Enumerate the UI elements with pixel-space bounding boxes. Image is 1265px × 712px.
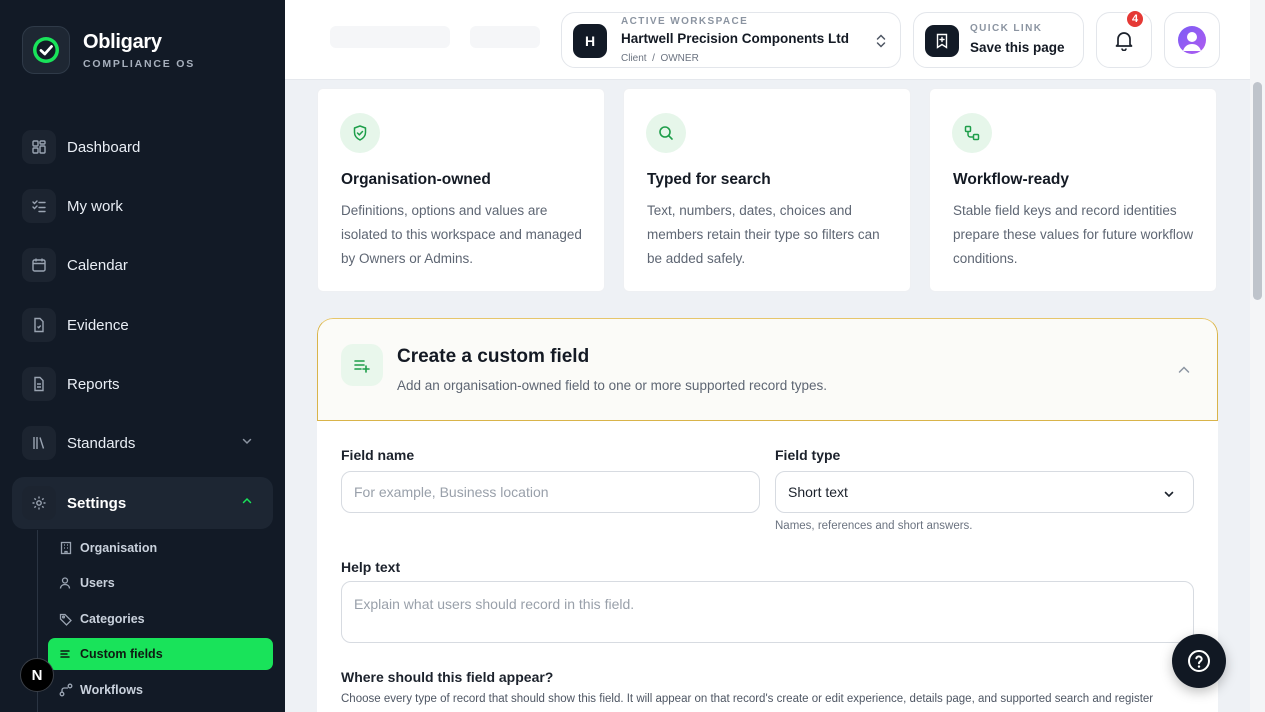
field-type-value: Short text [788,484,848,500]
nav-label: Evidence [67,316,129,334]
gear-icon [22,486,56,520]
brand-tagline: COMPLIANCE OS [83,57,196,70]
nav-label: My work [67,197,123,215]
sub-item-label: Custom fields [80,647,163,661]
quick-link-kicker: QUICK LINK [970,23,1043,34]
nav-item-evidence[interactable]: Evidence [12,299,273,351]
feature-card-organisation-owned: Organisation-owned Definitions, options … [317,88,605,292]
ghost-title [330,20,550,62]
field-type-select[interactable]: Short text [775,471,1194,513]
panel-title: Create a custom field [397,346,590,367]
list-icon [60,650,70,658]
panel-header[interactable]: Create a custom field Add an organisatio… [317,318,1218,421]
feature-body: Definitions, options and values are isol… [341,203,582,266]
workspace-avatar: H [573,24,607,58]
field-name-input[interactable]: For example, Business location [341,471,760,513]
chevron-updown-icon [876,34,886,48]
nav-label: Settings [67,494,127,512]
quick-link-label: Save this page [970,40,1065,55]
sub-item-label: Categories [80,612,145,626]
sub-item-users[interactable]: Users [48,567,273,599]
nav-label: Calendar [67,256,128,274]
bell-icon [1115,32,1133,51]
workflow-icon [952,113,992,153]
chevron-down-icon [1164,491,1174,498]
sub-item-workflows[interactable]: Workflows [48,674,273,706]
help-text-input[interactable]: Explain what users should record in this… [341,581,1194,643]
report-icon [22,367,56,401]
list-add-icon [341,344,383,386]
topbar: H ACTIVE WORKSPACE Hartwell Precision Co… [285,0,1250,80]
faded-title-shape [330,26,540,48]
sidebar: Obligary COMPLIANCE OS Dashboard My work… [0,0,285,712]
nav-item-reports[interactable]: Reports [12,358,273,410]
nav-item-standards[interactable]: Standards [12,417,273,469]
notification-count-badge: 4 [1125,9,1145,29]
feature-body: Text, numbers, dates, choices and member… [647,203,880,266]
scrollbar-thumb[interactable] [1253,82,1262,300]
shield-check-icon [340,113,380,153]
quick-link-save-page[interactable]: QUICK LINK Save this page [913,12,1084,68]
feature-card-typed-for-search: Typed for search Text, numbers, dates, c… [623,88,911,292]
workspace-switcher[interactable]: H ACTIVE WORKSPACE Hartwell Precision Co… [561,12,901,68]
nav-label: Dashboard [67,138,141,156]
checklist-icon [22,189,56,223]
help-text-label: Help text [341,559,401,575]
user-icon [59,577,71,589]
create-custom-field-panel: Create a custom field Add an organisatio… [317,318,1218,712]
avatar [1178,26,1206,54]
library-icon [22,426,56,460]
field-type-label: Field type [775,447,841,463]
notifications-button[interactable]: 4 [1096,9,1152,68]
sub-item-organisation[interactable]: Organisation [48,532,273,564]
feature-title: Typed for search [647,171,771,188]
sub-item-label: Workflows [80,683,143,697]
workspace-kicker: ACTIVE WORKSPACE [621,16,749,27]
nav-item-dashboard[interactable]: Dashboard [12,121,273,173]
sub-item-label: Users [80,576,115,590]
appear-label: Where should this field appear? [341,669,554,685]
tag-icon [59,613,72,626]
nav-label: Reports [67,375,120,393]
nav-item-calendar[interactable]: Calendar [12,239,273,291]
feature-body: Stable field keys and record identities … [953,203,1194,266]
field-type-hint: Names, references and short answers. [775,520,973,532]
workspace-meta: Client / OWNER [621,53,699,64]
sub-item-label: Organisation [80,541,158,555]
nav-label: Standards [67,434,136,452]
grid-icon [22,130,56,164]
building-icon [60,541,72,555]
bookmark-plus-icon [925,25,959,57]
nav-item-my-work[interactable]: My work [12,180,273,232]
help-button[interactable] [1172,634,1226,688]
calendar-icon [22,248,56,282]
workflow-icon [59,683,73,697]
field-name-label: Field name [341,447,415,463]
document-icon [22,308,56,342]
user-avatar-icon [1183,32,1201,51]
brand-name: Obligary [83,30,162,53]
help-circle-icon [1188,650,1210,672]
feature-card-workflow-ready: Workflow-ready Stable field keys and rec… [929,88,1217,292]
brand[interactable]: Obligary COMPLIANCE OS [22,26,195,74]
sub-item-custom-fields[interactable]: Custom fields [48,638,273,670]
panel-subtitle: Add an organisation-owned field to one o… [397,378,828,393]
chevron-down-icon [242,438,252,445]
check-circle-icon [33,37,59,63]
appear-description: Choose every type of record that should … [341,693,1154,705]
nav-item-settings[interactable]: Settings [12,477,273,529]
feature-title: Organisation-owned [341,171,491,188]
chevron-up-icon [242,497,252,504]
nextjs-badge[interactable]: N [20,658,54,692]
search-icon [646,113,686,153]
workspace-name: Hartwell Precision Components Ltd [621,31,850,46]
sub-item-categories[interactable]: Categories [48,603,273,635]
chevron-up-icon[interactable] [1177,363,1191,377]
feature-title: Workflow-ready [953,171,1069,188]
user-menu-button[interactable] [1164,12,1220,68]
brand-logo [22,26,70,74]
